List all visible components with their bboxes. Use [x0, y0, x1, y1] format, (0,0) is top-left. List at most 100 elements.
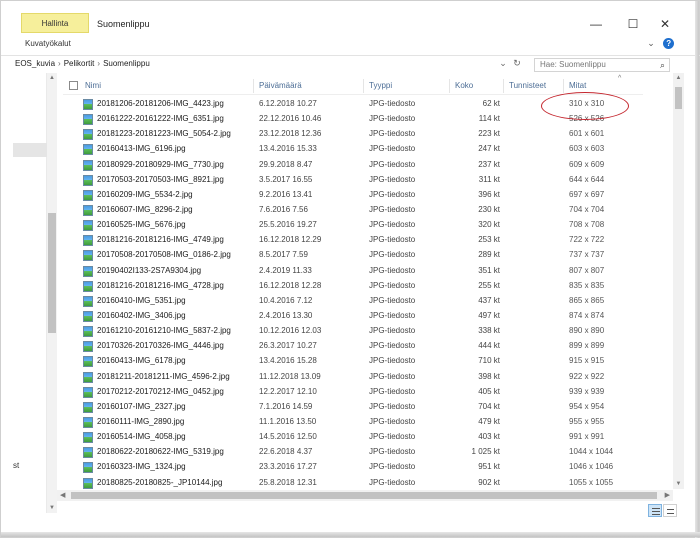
file-row[interactable]: 20181216-20181216-IMG_4728.jpg 16.12.2018…: [63, 279, 643, 294]
window-title: Suomenlippu: [97, 19, 150, 29]
select-all-checkbox[interactable]: [69, 81, 78, 90]
file-name: 20160107-IMG_2327.jpg: [97, 401, 186, 411]
column-divider[interactable]: [363, 79, 364, 93]
file-name: 20180929-20180929-IMG_7730.jpg: [97, 159, 224, 169]
file-row[interactable]: 20160323-IMG_1324.jpg 23.3.2016 17.27 JPG-…: [63, 460, 643, 475]
file-row[interactable]: 20160413-IMG_6196.jpg 13.4.2016 15.33 JPG-…: [63, 142, 643, 157]
jpg-file-icon: [83, 265, 93, 277]
list-vertical-scrollbar[interactable]: ▲ ▼: [673, 73, 684, 489]
jpg-file-icon: [83, 326, 93, 338]
file-row[interactable]: 20181216-20181216-IMG_4749.jpg 16.12.2018…: [63, 233, 643, 248]
file-size: 710 kt: [478, 356, 500, 366]
chevron-right-icon[interactable]: ›: [58, 59, 61, 68]
file-row[interactable]: 20180929-20180929-IMG_7730.jpg 29.9.2018 …: [63, 158, 643, 173]
column-divider[interactable]: [563, 79, 564, 93]
column-divider[interactable]: [503, 79, 504, 93]
file-dimensions: 1044 x 1044: [569, 447, 614, 457]
file-row[interactable]: 20160107-IMG_2327.jpg 7.1.2016 14.59 JPG-t…: [63, 400, 643, 415]
file-row[interactable]: 20160514-IMG_4058.jpg 14.5.2016 12.50 JPG-…: [63, 430, 643, 445]
breadcrumb: EOS_kuvia › Pelikortit › Suomenlippu: [15, 59, 150, 68]
nav-selected-item[interactable]: [13, 143, 47, 157]
file-row[interactable]: 20181211-20181211-IMG_4596-2.jpg 11.12.20…: [63, 370, 643, 385]
file-row[interactable]: 20180622-20180622-IMG_5319.jpg 22.6.2018 …: [63, 445, 643, 460]
scroll-left-icon[interactable]: ◀: [60, 491, 65, 499]
search-input[interactable]: Hae: Suomenlippu ⌕: [534, 58, 670, 72]
horizontal-scroll-thumb[interactable]: [71, 492, 657, 499]
list-scroll-thumb[interactable]: [675, 87, 682, 109]
refresh-icon[interactable]: ↻: [510, 58, 524, 69]
file-name: 20160525-IMG_5676.jpg: [97, 220, 186, 230]
breadcrumb-item-pelikortit[interactable]: Pelikortit: [64, 59, 95, 68]
file-row[interactable]: 20160607-IMG_8296-2.jpg 7.6.2016 7.56 JPG-…: [63, 203, 643, 218]
search-placeholder: Hae: Suomenlippu: [540, 60, 606, 69]
chevron-down-icon[interactable]: ⌄: [496, 58, 510, 69]
file-dimensions: 915 x 915: [569, 356, 605, 366]
scroll-down-icon[interactable]: ▼: [47, 505, 57, 511]
file-row[interactable]: 20160413-IMG_6178.jpg 13.4.2016 15.28 JPG-…: [63, 354, 643, 369]
file-row[interactable]: 20160111-IMG_2890.jpg 11.1.2016 13.50 JPG-…: [63, 415, 643, 430]
file-row[interactable]: 20180825-20180825-_JP10144.jpg 25.8.2018 …: [63, 476, 643, 491]
file-type: JPG-tiedosto: [369, 265, 416, 275]
minimize-button[interactable]: —: [586, 15, 606, 33]
file-size: 951 kt: [478, 462, 500, 472]
close-button[interactable]: ✕: [655, 15, 675, 33]
jpg-file-icon: [83, 235, 93, 247]
list-horizontal-scrollbar[interactable]: ◀ ▶: [57, 490, 673, 501]
search-icon[interactable]: ⌕: [660, 59, 665, 71]
file-row[interactable]: 20170326-20170326-IMG_4446.jpg 26.3.2017 …: [63, 339, 643, 354]
details-view-icon[interactable]: [648, 504, 662, 517]
file-row[interactable]: 20190402I133-2S7A9304.jpg 2.4.2019 11.33 J…: [63, 264, 643, 279]
column-koko[interactable]: Koko: [455, 81, 473, 90]
breadcrumb-item-suomenlippu[interactable]: Suomenlippu: [103, 59, 150, 68]
file-row[interactable]: 20160525-IMG_5676.jpg 25.5.2016 19.27 JPG-…: [63, 218, 643, 233]
file-size: 320 kt: [478, 220, 500, 230]
jpg-file-icon: [83, 386, 93, 398]
file-date: 13.4.2016 15.28: [259, 356, 317, 366]
large-icons-view-icon[interactable]: [663, 504, 677, 517]
tab-kuvatyokalut[interactable]: Kuvatyökalut: [25, 39, 71, 48]
file-type: JPG-tiedosto: [369, 432, 416, 442]
breadcrumb-item-eos-kuvia[interactable]: EOS_kuvia: [15, 59, 55, 68]
file-size: 114 kt: [478, 114, 500, 124]
column-tunnisteet[interactable]: Tunnisteet: [509, 81, 546, 90]
file-row[interactable]: 20160402-IMG_3406.jpg 2.4.2016 13.30 JPG-t…: [63, 309, 643, 324]
file-name: 20170503-20170503-IMG_8921.jpg: [97, 174, 224, 184]
file-date: 7.1.2016 14.59: [259, 401, 313, 411]
expand-ribbon-icon[interactable]: ⌄: [645, 37, 657, 49]
nav-scrollbar[interactable]: ▲ ▼: [47, 73, 57, 513]
tab-hallinta[interactable]: Hallinta: [21, 13, 89, 33]
file-date: 2.4.2019 11.33: [259, 265, 312, 275]
nav-item-label[interactable]: st: [13, 461, 19, 470]
file-dimensions: 939 x 939: [569, 386, 605, 396]
file-type: JPG-tiedosto: [369, 416, 416, 426]
file-size: 289 kt: [478, 250, 500, 260]
file-row[interactable]: 20161210-20161210-IMG_5837-2.jpg 10.12.20…: [63, 324, 643, 339]
scroll-right-icon[interactable]: ▶: [665, 491, 670, 499]
file-size: 351 kt: [478, 265, 500, 275]
scroll-down-icon[interactable]: ▼: [673, 481, 684, 487]
file-row[interactable]: 20170212-20170212-IMG_0452.jpg 12.2.2017 …: [63, 385, 643, 400]
column-divider[interactable]: [449, 79, 450, 93]
file-row[interactable]: 20181223-20181223-IMG_5054-2.jpg 23.12.20…: [63, 127, 643, 142]
file-row[interactable]: 20160209-IMG_5534-2.jpg 9.2.2016 13.41 JPG…: [63, 188, 643, 203]
column-nimi[interactable]: Nimi: [85, 81, 101, 90]
column-paivamaara[interactable]: Päivämäärä: [259, 81, 302, 90]
scroll-up-icon[interactable]: ▲: [47, 75, 57, 81]
file-type: JPG-tiedosto: [369, 310, 416, 320]
column-divider[interactable]: [253, 79, 254, 93]
help-icon[interactable]: ?: [663, 38, 675, 49]
file-name: 20181206-20181206-IMG_4423.jpg: [97, 99, 224, 108]
scroll-up-icon[interactable]: ▲: [673, 75, 684, 81]
file-size: 253 kt: [478, 235, 500, 245]
file-row[interactable]: 20170503-20170503-IMG_8921.jpg 3.5.2017 1…: [63, 173, 643, 188]
nav-scroll-thumb[interactable]: [48, 213, 56, 333]
file-size: 405 kt: [478, 386, 500, 396]
chevron-right-icon[interactable]: ›: [97, 59, 100, 68]
file-row[interactable]: 20170508-20170508-IMG_0186-2.jpg 8.5.2017…: [63, 248, 643, 263]
column-tyyppi[interactable]: Tyyppi: [369, 81, 392, 90]
maximize-button[interactable]: ☐: [623, 15, 643, 33]
file-dimensions: 991 x 991: [569, 432, 605, 442]
column-mitat[interactable]: Mitat: [569, 81, 586, 90]
file-row[interactable]: 20160410-IMG_5351.jpg 10.4.2016 7.12 JPG-t…: [63, 294, 643, 309]
file-date: 6.12.2018 10.27: [259, 99, 317, 108]
